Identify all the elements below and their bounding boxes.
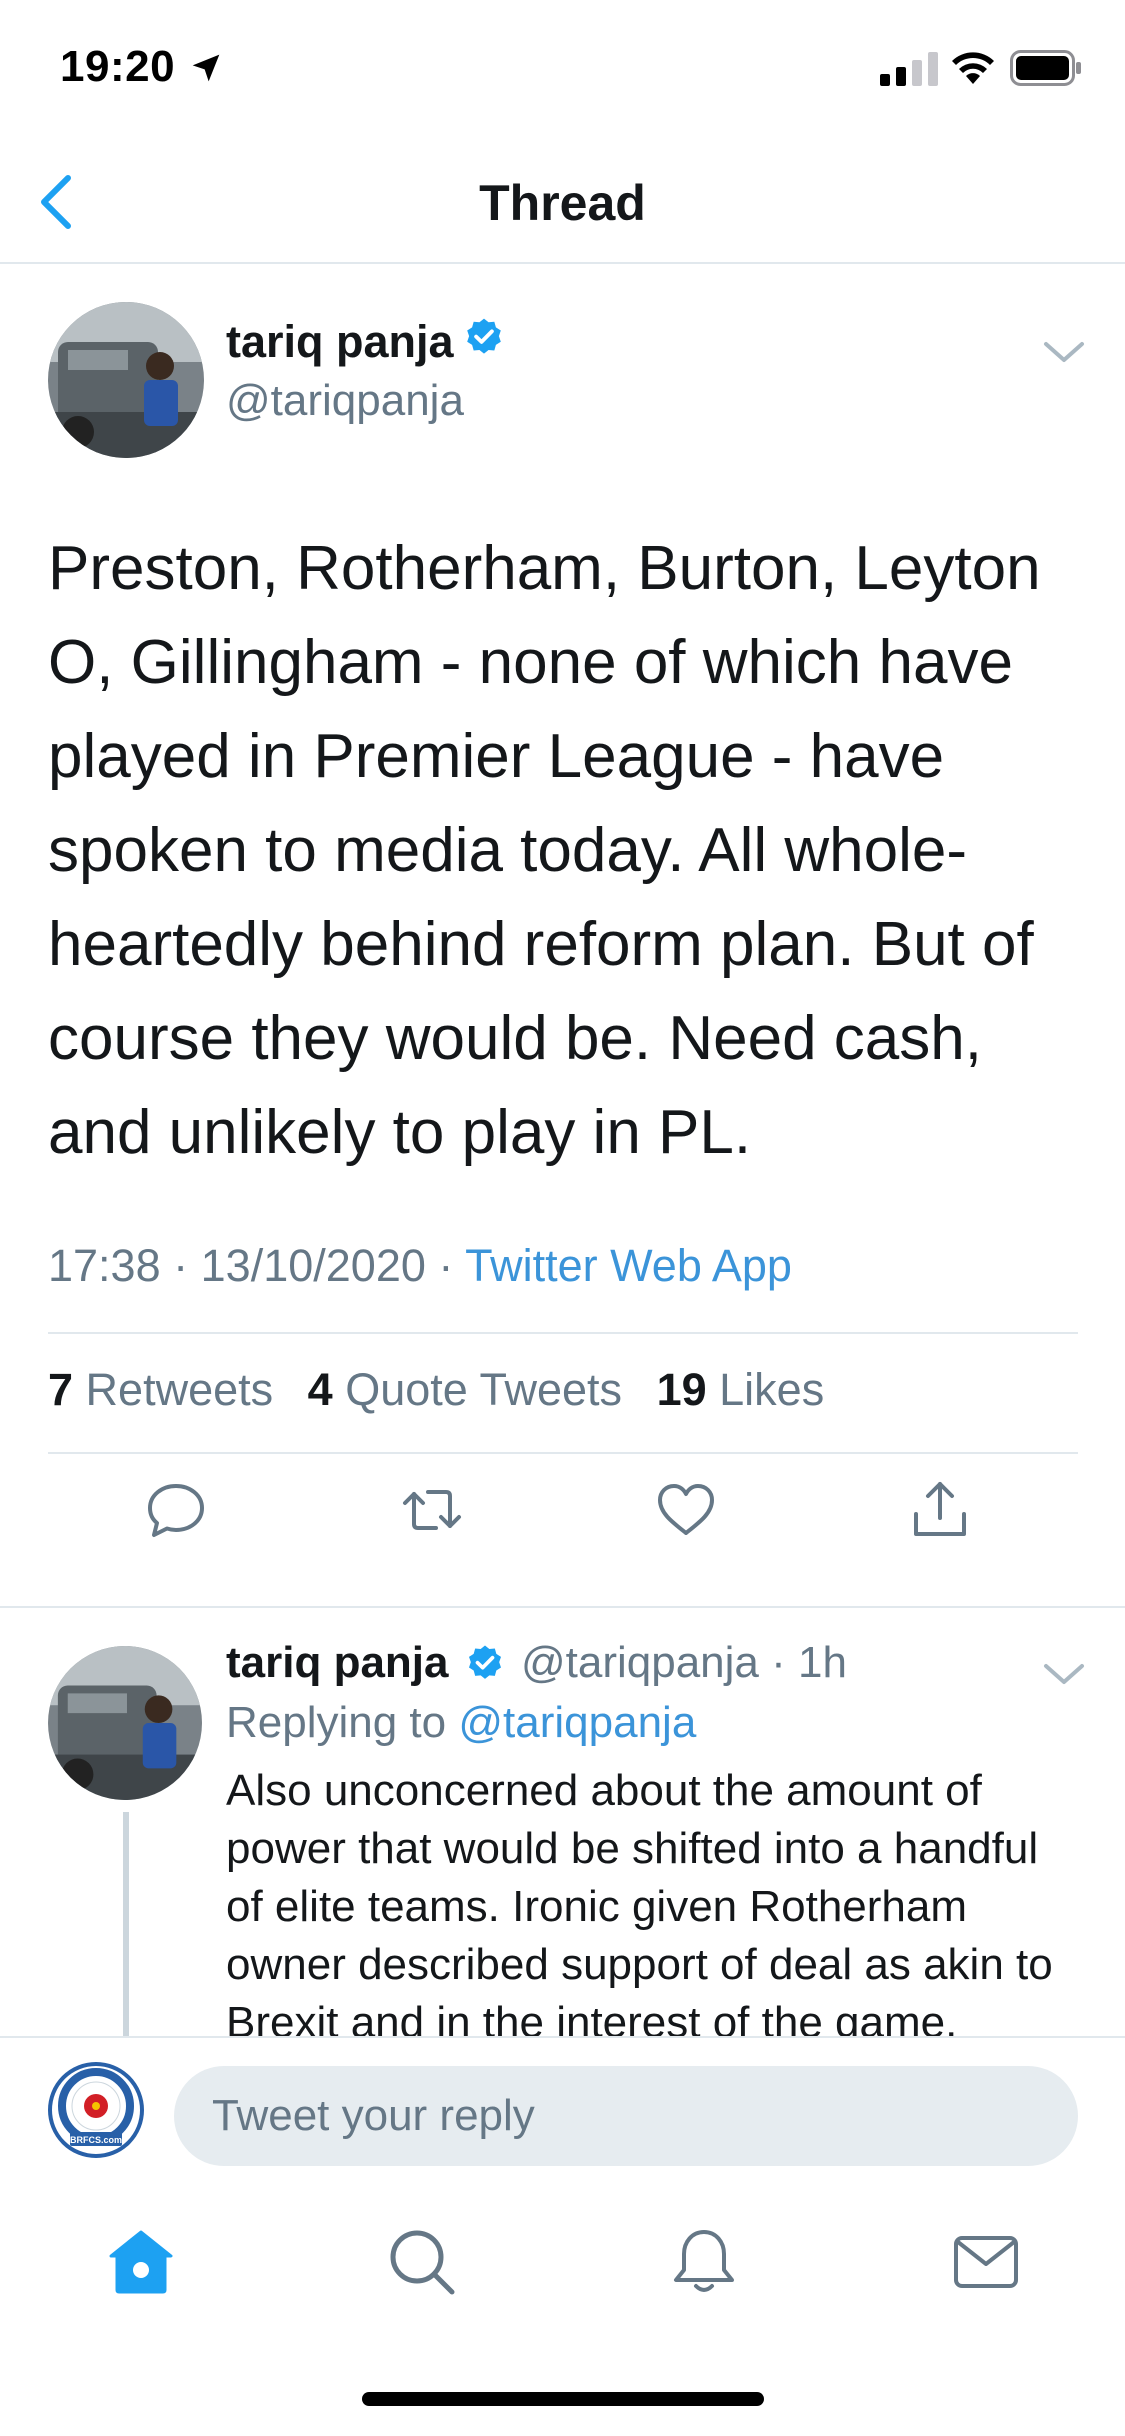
reply-author-avatar[interactable]: [48, 1646, 202, 1800]
author-avatar[interactable]: [48, 302, 204, 458]
reply-author-name[interactable]: tariq panja: [226, 1638, 449, 1687]
home-icon[interactable]: [105, 2226, 177, 2298]
reply-icon[interactable]: [144, 1478, 208, 1542]
tweet-stats: 7 Retweets 4 Quote Tweets 19 Likes: [48, 1364, 846, 1416]
divider: [48, 1452, 1078, 1454]
page-title: Thread: [479, 175, 646, 231]
quotes-count: 4: [307, 1364, 333, 1415]
nav-bar: Thread: [0, 140, 1125, 264]
replying-to: Replying to @tariqpanja: [226, 1698, 696, 1748]
retweets-stat[interactable]: 7 Retweets: [48, 1364, 273, 1415]
verified-badge-icon: [468, 1645, 501, 1679]
my-avatar[interactable]: BRFCS.com: [48, 2062, 144, 2158]
retweets-count: 7: [48, 1364, 74, 1415]
status-bar: 19:20: [0, 0, 1125, 140]
avatar-photo: [48, 302, 204, 458]
reply-input[interactable]: [174, 2066, 1078, 2166]
tweet-date: 13/10/2020: [200, 1240, 426, 1291]
divider: [48, 1332, 1078, 1334]
verified-badge-icon: [467, 318, 501, 354]
retweet-icon[interactable]: [400, 1478, 464, 1542]
author-handle[interactable]: @tariqpanja: [226, 376, 464, 426]
brfcs-logo-icon: BRFCS.com: [48, 2062, 144, 2158]
replying-to-mention[interactable]: @tariqpanja: [458, 1698, 696, 1747]
battery-icon: [1010, 50, 1081, 86]
tweet-source-link[interactable]: Twitter Web App: [465, 1240, 792, 1291]
share-icon[interactable]: [908, 1478, 972, 1542]
likes-count: 19: [656, 1364, 707, 1415]
home-indicator: [362, 2392, 764, 2406]
tweet-meta: 17:38 · 13/10/2020 · Twitter Web App: [48, 1240, 792, 1292]
replying-prefix: Replying to: [226, 1698, 447, 1747]
chevron-down-icon[interactable]: [1042, 338, 1086, 368]
chevron-down-icon[interactable]: [1042, 1660, 1086, 1690]
notifications-icon[interactable]: [668, 2226, 740, 2298]
compose-bar: BRFCS.com: [0, 2036, 1125, 2166]
wifi-icon: [952, 52, 994, 84]
like-icon[interactable]: [654, 1478, 718, 1542]
likes-label: Likes: [719, 1364, 825, 1415]
likes-stat[interactable]: 19 Likes: [657, 1364, 825, 1415]
status-time: 19:20: [60, 42, 176, 91]
retweets-label: Retweets: [85, 1364, 274, 1415]
thread-connector-line: [123, 1812, 129, 2038]
logo-badge-text: BRFCS.com: [70, 2135, 122, 2145]
meta-separator: ·: [173, 1240, 189, 1291]
main-tweet[interactable]: tariq panja @tariqpanja Preston, Rotherh…: [0, 266, 1125, 1608]
reply-text: Also unconcerned about the amount of pow…: [226, 1766, 1053, 2038]
tweet-time: 17:38: [48, 1240, 161, 1291]
quote-tweets-stat[interactable]: 4 Quote Tweets: [308, 1364, 622, 1415]
reply-handle-time: @tariqpanja · 1h: [520, 1638, 847, 1687]
tweet-text: Preston, Rotherham, Burton, Leyton O, Gi…: [48, 534, 1041, 1167]
avatar-photo: [48, 1646, 202, 1800]
quotes-label: Quote Tweets: [345, 1364, 623, 1415]
location-arrow-icon: [192, 54, 220, 82]
reply-tweet[interactable]: tariq panja @tariqpanja · 1h Replying to…: [0, 1610, 1125, 2038]
search-icon[interactable]: [386, 2226, 458, 2298]
messages-icon[interactable]: [950, 2226, 1022, 2298]
author-name[interactable]: tariq panja: [226, 316, 454, 368]
meta-separator: ·: [438, 1240, 454, 1291]
reply-header: tariq panja @tariqpanja · 1h: [226, 1638, 847, 1688]
cellular-signal-icon: [880, 52, 938, 86]
